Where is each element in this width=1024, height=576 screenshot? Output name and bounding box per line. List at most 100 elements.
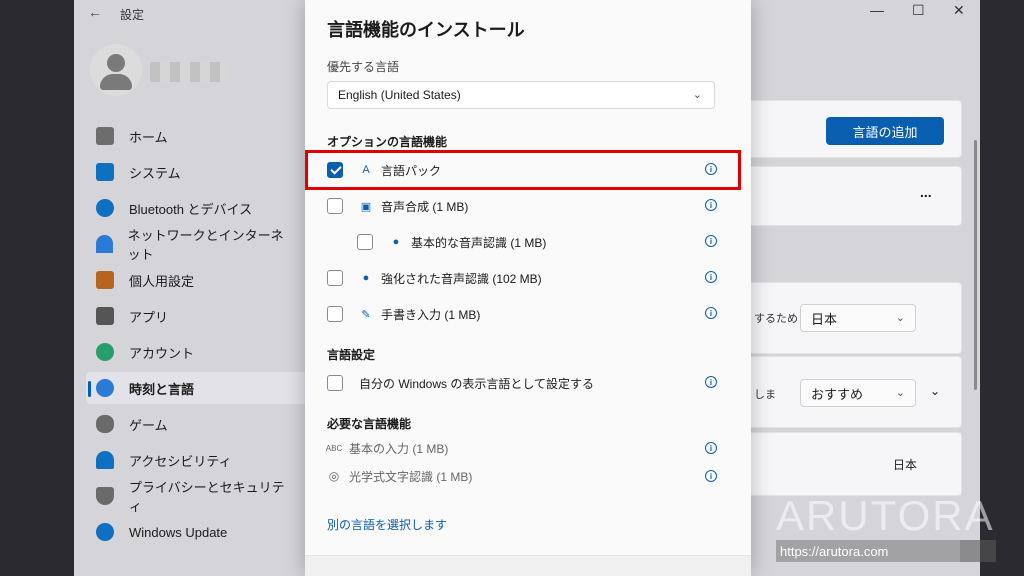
preferred-language-value: English (United States) <box>338 88 461 102</box>
sidebar-item-label: 個人用設定 <box>129 273 195 289</box>
update-icon <box>96 523 114 541</box>
dialog-title: 言語機能のインストール <box>327 20 525 40</box>
recommended-dropdown[interactable]: おすすめ ⌄ <box>800 379 916 407</box>
shield-icon <box>96 487 114 505</box>
option-display-language[interactable]: 自分の Windows の表示言語として設定する i <box>327 371 717 395</box>
info-icon[interactable]: i <box>705 235 717 247</box>
text-to-speech-icon: ▣ <box>360 200 372 213</box>
partial-text: するため <box>754 313 798 325</box>
install-language-features-dialog: 言語機能のインストール 優先する言語 English (United State… <box>305 0 751 576</box>
display-language-checkbox[interactable] <box>327 375 343 391</box>
minimize-icon[interactable]: — <box>870 2 884 18</box>
sidebar-item-bluetooth[interactable]: Bluetooth とデバイス <box>96 195 296 221</box>
dialog-footer <box>305 555 751 576</box>
watermark-url: https://arutora.com <box>776 540 960 562</box>
handwriting-checkbox[interactable] <box>327 306 343 322</box>
info-icon[interactable]: i <box>705 376 717 388</box>
watermark-logo: ARUTORA <box>776 492 995 539</box>
preferred-language-select[interactable]: English (United States) ⌄ <box>327 81 715 109</box>
chevron-down-icon: ⌄ <box>692 89 702 101</box>
info-icon[interactable]: i <box>705 442 717 454</box>
region-dropdown[interactable]: 日本 ⌄ <box>800 304 916 332</box>
watermark-box <box>960 540 996 562</box>
sidebar-item-label: システム <box>129 165 181 181</box>
sidebar-item-label: ゲーム <box>129 417 168 433</box>
required-label: 光学式文字認識 (1 MB) <box>349 469 473 484</box>
window-title: 設定 <box>120 8 145 22</box>
highlight-box <box>305 150 741 190</box>
info-icon[interactable]: i <box>705 199 717 211</box>
apps-icon <box>96 307 114 325</box>
expand-chevron-icon[interactable]: ⌄ <box>930 384 940 398</box>
avatar <box>90 44 142 96</box>
scrollbar[interactable] <box>974 140 977 390</box>
sidebar-item-accounts[interactable]: アカウント <box>96 339 296 365</box>
back-arrow-icon[interactable]: ← <box>88 4 102 20</box>
handwriting-icon: ✎ <box>361 308 371 321</box>
ocr-camera-icon: ◎ <box>328 469 340 483</box>
info-icon[interactable]: i <box>705 470 717 482</box>
basic-speech-checkbox[interactable] <box>357 234 373 250</box>
sidebar-item-label: アカウント <box>129 345 195 361</box>
system-icon <box>96 163 114 181</box>
option-label: 基本的な音声認識 (1 MB) <box>411 235 547 250</box>
choose-other-language-link[interactable]: 別の言語を選択します <box>327 516 447 533</box>
sidebar-item-label: アクセシビリティ <box>129 453 232 469</box>
gaming-icon <box>96 415 114 433</box>
time-language-icon <box>96 379 114 397</box>
home-icon <box>96 127 114 145</box>
sidebar-item-system[interactable]: システム <box>96 159 296 185</box>
sidebar-item-time-language[interactable]: 時刻と言語 <box>88 375 296 401</box>
sidebar-item-personalization[interactable]: 個人用設定 <box>96 267 296 293</box>
network-icon <box>96 235 113 253</box>
region-dropdown-value: 日本 <box>811 311 838 327</box>
preferred-language-label: 優先する言語 <box>327 60 400 74</box>
sidebar-item-apps[interactable]: アプリ <box>96 303 296 329</box>
required-basic-typing: ABC 基本の入力 (1 MB) i <box>325 437 717 459</box>
partial-text: しま <box>754 389 776 401</box>
maximize-icon[interactable]: ☐ <box>912 2 925 19</box>
sidebar-item-windows-update[interactable]: Windows Update <box>96 519 296 545</box>
sidebar-item-label: Windows Update <box>129 524 228 540</box>
sidebar-item-label: ネットワークとインターネット <box>127 228 284 262</box>
close-icon[interactable]: ✕ <box>953 2 965 19</box>
recommended-dropdown-value: おすすめ <box>811 386 864 402</box>
sidebar-item-label: ホーム <box>129 129 168 145</box>
required-features-heading: 必要な言語機能 <box>327 417 412 431</box>
info-icon[interactable]: i <box>705 307 717 319</box>
microphone-icon: ● <box>362 272 370 284</box>
option-label: 強化された音声認識 (102 MB) <box>381 271 542 286</box>
option-label: 手書き入力 (1 MB) <box>381 307 481 322</box>
sidebar-item-gaming[interactable]: ゲーム <box>96 411 296 437</box>
sidebar-item-label: プライバシーとセキュリティ <box>128 480 285 514</box>
sidebar-item-label: Bluetooth とデバイス <box>129 201 253 217</box>
sidebar-item-label: アプリ <box>129 309 169 325</box>
sidebar-item-accessibility[interactable]: アクセシビリティ <box>96 447 296 473</box>
region-static-value: 日本 <box>893 458 918 472</box>
option-text-to-speech[interactable]: ▣ 音声合成 (1 MB) i <box>327 194 717 218</box>
required-ocr: ◎ 光学式文字認識 (1 MB) i <box>327 465 717 487</box>
text-to-speech-checkbox[interactable] <box>327 198 343 214</box>
enhanced-speech-checkbox[interactable] <box>327 270 343 286</box>
sidebar-item-network[interactable]: ネットワークとインターネット <box>96 228 296 262</box>
option-enhanced-speech[interactable]: ● 強化された音声認識 (102 MB) i <box>327 266 717 290</box>
bluetooth-icon <box>96 199 114 217</box>
required-label: 基本の入力 (1 MB) <box>349 441 449 456</box>
brush-icon <box>96 271 114 289</box>
sidebar-item-privacy[interactable]: プライバシーとセキュリティ <box>96 480 296 514</box>
add-language-button[interactable]: 言語の追加 <box>826 117 944 145</box>
info-icon[interactable]: i <box>705 271 717 283</box>
optional-features-heading: オプションの言語機能 <box>327 135 448 149</box>
more-options-icon[interactable]: ... <box>920 184 932 200</box>
language-settings-heading: 言語設定 <box>327 348 376 362</box>
accessibility-icon <box>96 451 114 469</box>
abc-input-icon: ABC <box>325 443 343 453</box>
microphone-icon: ● <box>392 236 400 248</box>
sidebar-item-home[interactable]: ホーム <box>96 123 296 149</box>
option-basic-speech[interactable]: ● 基本的な音声認識 (1 MB) i <box>357 230 717 254</box>
content-card <box>728 432 962 496</box>
option-handwriting[interactable]: ✎ 手書き入力 (1 MB) i <box>327 302 717 326</box>
username-blurred <box>150 62 230 82</box>
account-icon <box>96 343 114 361</box>
option-label: 自分の Windows の表示言語として設定する <box>359 376 594 391</box>
